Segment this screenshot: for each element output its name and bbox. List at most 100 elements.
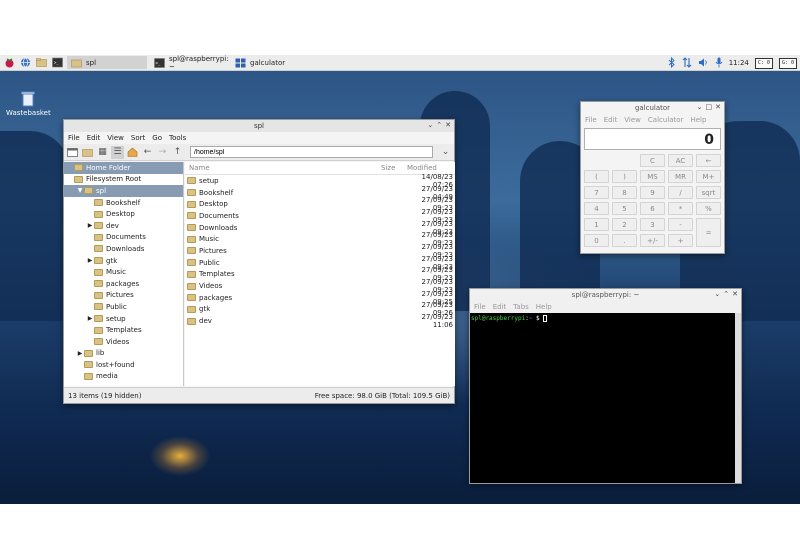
bluetooth-icon[interactable]: [668, 56, 676, 70]
maximize-button[interactable]: ⌃: [723, 290, 729, 298]
calc-key[interactable]: M+: [696, 170, 721, 183]
calc-key[interactable]: /: [668, 186, 693, 199]
microphone-icon[interactable]: [715, 57, 723, 70]
tree-item[interactable]: ▶ gtk: [64, 255, 183, 267]
calc-key[interactable]: 2: [612, 218, 637, 231]
calculator-titlebar[interactable]: galculator ⌄ □ ✕: [581, 102, 724, 114]
tree-item[interactable]: Filesystem Root: [64, 174, 183, 186]
tree-item[interactable]: ▼ spl: [64, 185, 183, 197]
tree-item[interactable]: Bookshelf: [64, 197, 183, 209]
tree-item[interactable]: Downloads: [64, 243, 183, 255]
calc-key[interactable]: MS: [640, 170, 665, 183]
maximize-button[interactable]: ⌃: [436, 121, 442, 129]
wastebasket-desktop-icon[interactable]: Wastebasket: [6, 91, 51, 117]
calc-key[interactable]: 0: [584, 234, 609, 247]
new-folder-button[interactable]: [81, 146, 94, 159]
web-browser-icon[interactable]: [19, 56, 32, 69]
home-button[interactable]: [126, 146, 139, 159]
terminal-scrollbar[interactable]: [735, 313, 741, 483]
forward-arrow-icon[interactable]: →: [156, 146, 169, 159]
column-size-header[interactable]: Size: [381, 164, 407, 172]
calc-key[interactable]: *: [668, 202, 693, 215]
menu-edit[interactable]: Edit: [604, 116, 618, 124]
calc-key[interactable]: sqrt: [696, 186, 721, 199]
tree-item[interactable]: media: [64, 371, 183, 383]
terminal-output[interactable]: spl@raspberrypi:~ $: [470, 313, 741, 483]
task-file-manager[interactable]: spl: [67, 56, 147, 69]
calc-key[interactable]: -: [668, 218, 693, 231]
back-arrow-icon[interactable]: ←: [141, 146, 154, 159]
menu-file[interactable]: File: [585, 116, 597, 124]
calc-key[interactable]: 8: [612, 186, 637, 199]
calc-key[interactable]: 1: [584, 218, 609, 231]
expander-arrow-icon[interactable]: ▶: [86, 315, 94, 322]
clock[interactable]: 11:24: [729, 59, 749, 67]
calc-key[interactable]: 3: [640, 218, 665, 231]
maximize-button[interactable]: □: [706, 103, 713, 111]
up-arrow-icon[interactable]: ↑: [171, 146, 184, 159]
network-icon[interactable]: [682, 56, 692, 70]
volume-icon[interactable]: [698, 57, 709, 70]
menu-help[interactable]: Help: [690, 116, 706, 124]
menu-help[interactable]: Help: [536, 303, 552, 311]
task-calculator[interactable]: galculator: [231, 56, 311, 69]
tree-item[interactable]: ▶ lib: [64, 348, 183, 360]
cpu-monitor[interactable]: C: 0: [754, 57, 773, 69]
close-button[interactable]: ✕: [445, 121, 451, 129]
calc-key[interactable]: ←: [696, 154, 721, 167]
menu-tabs[interactable]: Tabs: [513, 303, 529, 311]
close-button[interactable]: ✕: [715, 103, 721, 111]
expander-arrow-icon[interactable]: ▶: [76, 350, 84, 357]
menu-edit[interactable]: Edit: [493, 303, 507, 311]
calc-key[interactable]: .: [612, 234, 637, 247]
calc-key[interactable]: MR: [668, 170, 693, 183]
tree-item[interactable]: ▶ dev: [64, 220, 183, 232]
menu-file[interactable]: File: [474, 303, 486, 311]
calc-key[interactable]: 9: [640, 186, 665, 199]
menu-calculator[interactable]: Calculator: [648, 116, 684, 124]
tree-item[interactable]: Public: [64, 301, 183, 313]
raspberry-menu-icon[interactable]: [3, 56, 16, 69]
new-window-button[interactable]: [66, 146, 79, 159]
calc-key[interactable]: =: [696, 218, 721, 247]
tree-item[interactable]: Videos: [64, 336, 183, 348]
tree-item[interactable]: Documents: [64, 232, 183, 244]
file-row[interactable]: dev 27/09/23 11:06: [185, 313, 455, 329]
expander-arrow-icon[interactable]: ▶: [86, 257, 94, 264]
tree-item[interactable]: Templates: [64, 324, 183, 336]
menu-edit[interactable]: Edit: [87, 134, 101, 142]
tree-item[interactable]: Pictures: [64, 290, 183, 302]
calc-key[interactable]: C: [640, 154, 665, 167]
tree-item[interactable]: Home Folder: [64, 162, 183, 174]
file-manager-titlebar[interactable]: spl ⌄ ⌃ ✕: [64, 120, 454, 132]
tree-item[interactable]: ▶ setup: [64, 313, 183, 325]
menu-view[interactable]: View: [624, 116, 641, 124]
menu-sort[interactable]: Sort: [131, 134, 145, 142]
menu-view[interactable]: View: [107, 134, 124, 142]
icon-view-button[interactable]: ▦: [96, 146, 109, 159]
close-button[interactable]: ✕: [732, 290, 738, 298]
calc-key[interactable]: 6: [640, 202, 665, 215]
calc-key[interactable]: 5: [612, 202, 637, 215]
minimize-button[interactable]: ⌄: [427, 121, 433, 129]
terminal-titlebar[interactable]: spl@raspberrypi: ~ ⌄ ⌃ ✕: [470, 289, 741, 301]
calc-key[interactable]: %: [696, 202, 721, 215]
calc-key[interactable]: 4: [584, 202, 609, 215]
minimize-button[interactable]: ⌄: [697, 103, 703, 111]
path-dropdown-icon[interactable]: ⌄: [439, 146, 452, 159]
calc-key[interactable]: (: [584, 170, 609, 183]
calc-key[interactable]: AC: [668, 154, 693, 167]
calc-key[interactable]: 7: [584, 186, 609, 199]
gpu-monitor[interactable]: G: 0: [778, 57, 797, 69]
list-view-button[interactable]: ☰: [111, 145, 124, 159]
expander-arrow-icon[interactable]: ▼: [76, 187, 84, 194]
minimize-button[interactable]: ⌄: [714, 290, 720, 298]
tree-item[interactable]: packages: [64, 278, 183, 290]
menu-tools[interactable]: Tools: [169, 134, 186, 142]
column-name-header[interactable]: Name: [185, 164, 381, 172]
expander-arrow-icon[interactable]: ▶: [86, 222, 94, 229]
calc-key[interactable]: +/-: [640, 234, 665, 247]
column-modified-header[interactable]: Modified: [407, 164, 455, 172]
tree-item[interactable]: Desktop: [64, 208, 183, 220]
calc-key[interactable]: ): [612, 170, 637, 183]
